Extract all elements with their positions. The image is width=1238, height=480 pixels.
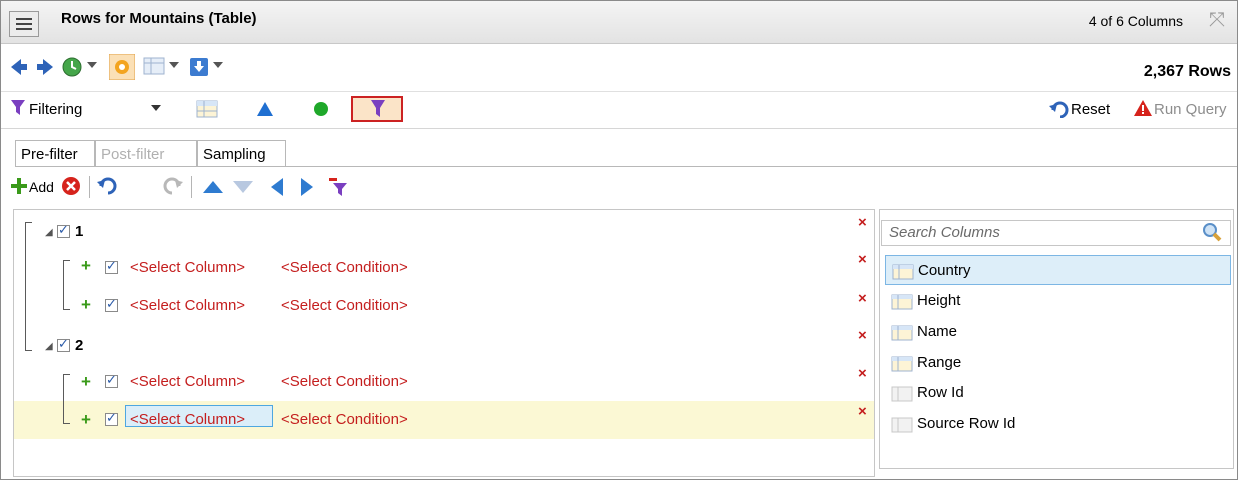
- filter-mode-label: Filtering: [29, 101, 83, 118]
- reset-icon[interactable]: [1049, 100, 1069, 118]
- move-down-icon[interactable]: [233, 181, 253, 193]
- sort-ascending-icon[interactable]: [257, 102, 273, 116]
- tab-pre-filter[interactable]: Pre-filter: [15, 140, 95, 167]
- select-column[interactable]: <Select Column>: [130, 373, 245, 390]
- row-count: 2,367 Rows: [1143, 63, 1231, 80]
- select-condition[interactable]: <Select Condition>: [281, 411, 408, 428]
- select-column[interactable]: <Select Column>: [130, 259, 245, 276]
- condition-checkbox[interactable]: [105, 372, 118, 388]
- search-placeholder: Search Columns: [889, 224, 1000, 241]
- window: Rows for Mountains (Table) 4 of 6 Column…: [0, 0, 1238, 480]
- root-bracket: [25, 222, 32, 351]
- condition-checkbox[interactable]: [105, 410, 118, 426]
- column-item-country[interactable]: Country: [885, 255, 1231, 285]
- delete-condition-icon[interactable]: ×: [858, 290, 867, 307]
- collapse-toggle-icon[interactable]: ◢: [45, 227, 53, 238]
- column-label: Range: [917, 354, 962, 371]
- table-view-icon[interactable]: [143, 57, 165, 77]
- tab-label: Post-filter: [101, 146, 165, 163]
- search-icon[interactable]: [1202, 222, 1222, 242]
- title-bar: Rows for Mountains (Table) 4 of 6 Column…: [1, 1, 1237, 44]
- group-label: 2: [75, 337, 84, 354]
- select-column[interactable]: <Select Column>: [130, 297, 245, 314]
- green-circle-icon[interactable]: [313, 101, 329, 117]
- group-label: 1: [75, 223, 84, 240]
- column-label: Country: [918, 262, 971, 279]
- group-checkbox[interactable]: [57, 336, 70, 352]
- delete-condition-icon[interactable]: ×: [858, 403, 867, 420]
- delete-condition-icon[interactable]: ×: [858, 251, 867, 268]
- delete-icon[interactable]: [61, 176, 81, 196]
- hidden-column-icon: [891, 417, 913, 433]
- select-condition[interactable]: <Select Condition>: [281, 259, 408, 276]
- delete-group-icon[interactable]: ×: [858, 327, 867, 344]
- window-title: Rows for Mountains (Table): [61, 10, 257, 27]
- chevron-down-icon[interactable]: [213, 62, 223, 70]
- nav-toolbar: [1, 44, 1237, 90]
- group-checkbox[interactable]: [57, 222, 70, 238]
- tab-divider: [15, 166, 1237, 167]
- tab-sampling[interactable]: Sampling: [197, 140, 286, 167]
- column-label: Row Id: [917, 384, 964, 401]
- move-up-icon[interactable]: [203, 181, 223, 193]
- group-bracket: [63, 260, 70, 310]
- condition-checkbox[interactable]: [105, 258, 118, 274]
- column-label: Name: [917, 323, 958, 340]
- add-condition-icon[interactable]: +: [81, 256, 91, 276]
- close-icon[interactable]: ⤧: [1209, 9, 1225, 32]
- reset-button[interactable]: Reset: [1071, 101, 1110, 118]
- chevron-down-icon[interactable]: [87, 62, 97, 70]
- select-column[interactable]: <Select Column>: [130, 411, 245, 428]
- column-item-source-row-id[interactable]: Source Row Id: [885, 409, 1231, 439]
- forward-arrow-icon[interactable]: [35, 57, 55, 77]
- tab-label: Sampling: [203, 146, 266, 163]
- table-column-icon: [892, 264, 914, 280]
- outdent-icon[interactable]: [271, 178, 283, 196]
- tab-post-filter[interactable]: Post-filter: [95, 140, 197, 167]
- hidden-column-icon: [891, 386, 913, 402]
- menu-icon[interactable]: [9, 11, 39, 37]
- table-column-icon: [891, 325, 913, 341]
- toolbar-divider: [89, 176, 90, 198]
- back-arrow-icon[interactable]: [9, 57, 29, 77]
- undo-icon[interactable]: [97, 177, 117, 195]
- column-item-range[interactable]: Range: [885, 348, 1231, 378]
- redo-icon[interactable]: [163, 177, 183, 195]
- condition-checkbox[interactable]: [105, 296, 118, 312]
- add-condition-icon[interactable]: +: [81, 372, 91, 392]
- chevron-down-icon[interactable]: [169, 62, 179, 70]
- toolbar-divider: [191, 176, 192, 198]
- column-label: Source Row Id: [917, 415, 1016, 432]
- add-condition-icon[interactable]: +: [81, 295, 91, 315]
- delete-condition-icon[interactable]: ×: [858, 365, 867, 382]
- table-column-icon: [891, 356, 913, 372]
- run-query-button[interactable]: Run Query: [1154, 101, 1227, 118]
- table-column-icon: [891, 294, 913, 310]
- add-icon[interactable]: [11, 178, 27, 194]
- settings-gear-icon[interactable]: [109, 54, 135, 80]
- warning-icon: [1134, 100, 1152, 116]
- column-item-row-id[interactable]: Row Id: [885, 378, 1231, 408]
- column-item-height[interactable]: Height: [885, 286, 1231, 316]
- funnel-icon: [371, 100, 385, 117]
- add-condition-icon[interactable]: +: [81, 410, 91, 430]
- delete-group-icon[interactable]: ×: [858, 214, 867, 231]
- group-bracket: [63, 374, 70, 424]
- history-icon[interactable]: [61, 56, 83, 78]
- indent-icon[interactable]: [301, 178, 313, 196]
- tab-label: Pre-filter: [21, 146, 78, 163]
- select-condition[interactable]: <Select Condition>: [281, 373, 408, 390]
- collapse-toggle-icon[interactable]: ◢: [45, 341, 53, 352]
- column-count: 4 of 6 Columns: [1088, 13, 1183, 29]
- chevron-down-icon[interactable]: [151, 105, 161, 113]
- add-button-label[interactable]: Add: [29, 179, 54, 195]
- funnel-icon: [11, 100, 25, 115]
- select-condition[interactable]: <Select Condition>: [281, 297, 408, 314]
- table-icon[interactable]: [196, 100, 218, 118]
- column-item-name[interactable]: Name: [885, 317, 1231, 347]
- export-icon[interactable]: [189, 57, 209, 77]
- column-label: Height: [917, 292, 961, 309]
- clear-filter-icon[interactable]: [329, 178, 347, 196]
